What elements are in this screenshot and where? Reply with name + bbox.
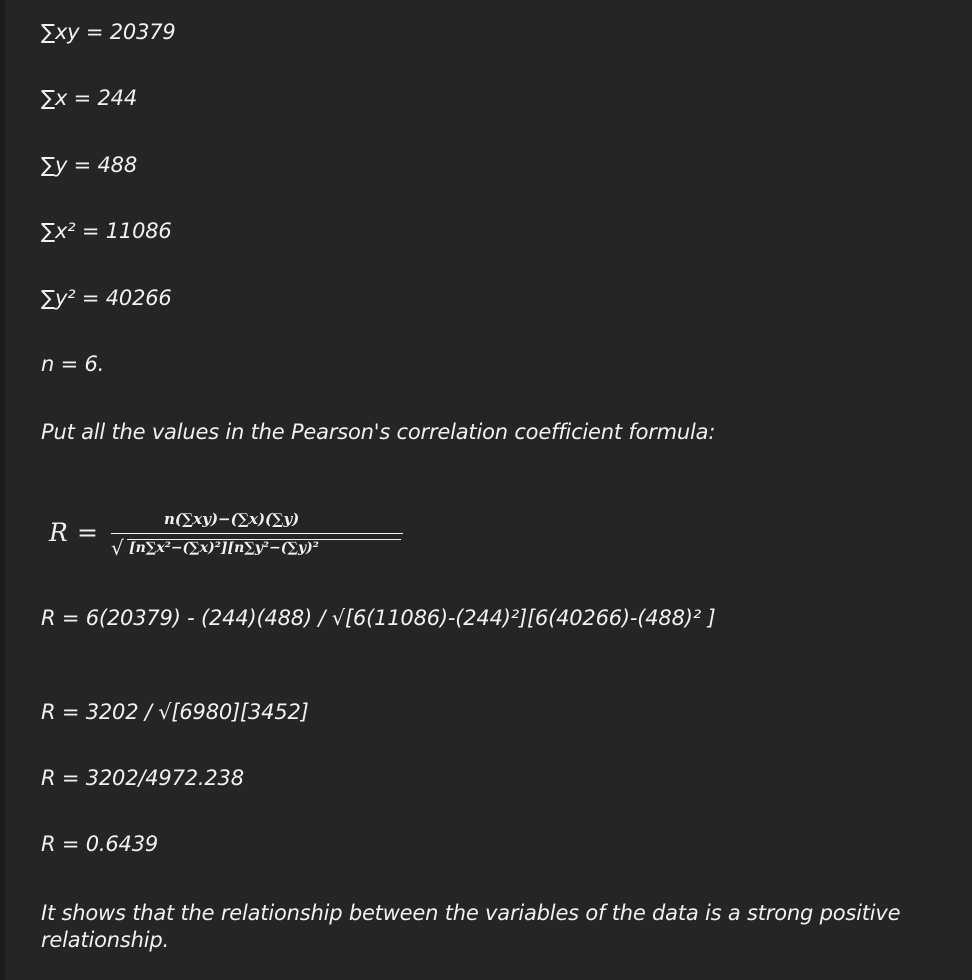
result-line: R = 0.6439 xyxy=(41,832,159,856)
formula-numerator: n(∑xy)−(∑x)(∑y) xyxy=(164,510,300,528)
formula-equals-sign: = xyxy=(77,518,98,547)
sum-y-squared-line: ∑y² = 40266 xyxy=(41,286,172,310)
formula-lhs: R xyxy=(49,518,68,547)
sum-xy-line: ∑xy = 20379 xyxy=(41,20,176,44)
sample-size-line: n = 6. xyxy=(41,352,105,376)
answer-panel: ∑xy = 20379 ∑x = 244 ∑y = 488 ∑x² = 1108… xyxy=(5,0,972,980)
simplification-step: R = 3202 / √[6980][3452] xyxy=(41,700,309,724)
division-step: R = 3202/4972.238 xyxy=(41,766,244,790)
substitution-step: R = 6(20379) - (244)(488) / √[6(11086)-(… xyxy=(41,606,716,630)
square-root-icon: √ xyxy=(111,536,124,560)
conclusion-text: It shows that the relationship between t… xyxy=(41,901,901,952)
sum-x-line: ∑x = 244 xyxy=(41,86,138,110)
instruction-text: Put all the values in the Pearson's corr… xyxy=(41,420,716,444)
sum-x-squared-line: ∑x² = 11086 xyxy=(41,219,172,243)
fraction-bar xyxy=(111,533,403,534)
formula-denominator: [n∑x²−(∑x)²][n∑y²−(∑y)² xyxy=(129,540,319,556)
sum-y-line: ∑y = 488 xyxy=(41,153,138,177)
